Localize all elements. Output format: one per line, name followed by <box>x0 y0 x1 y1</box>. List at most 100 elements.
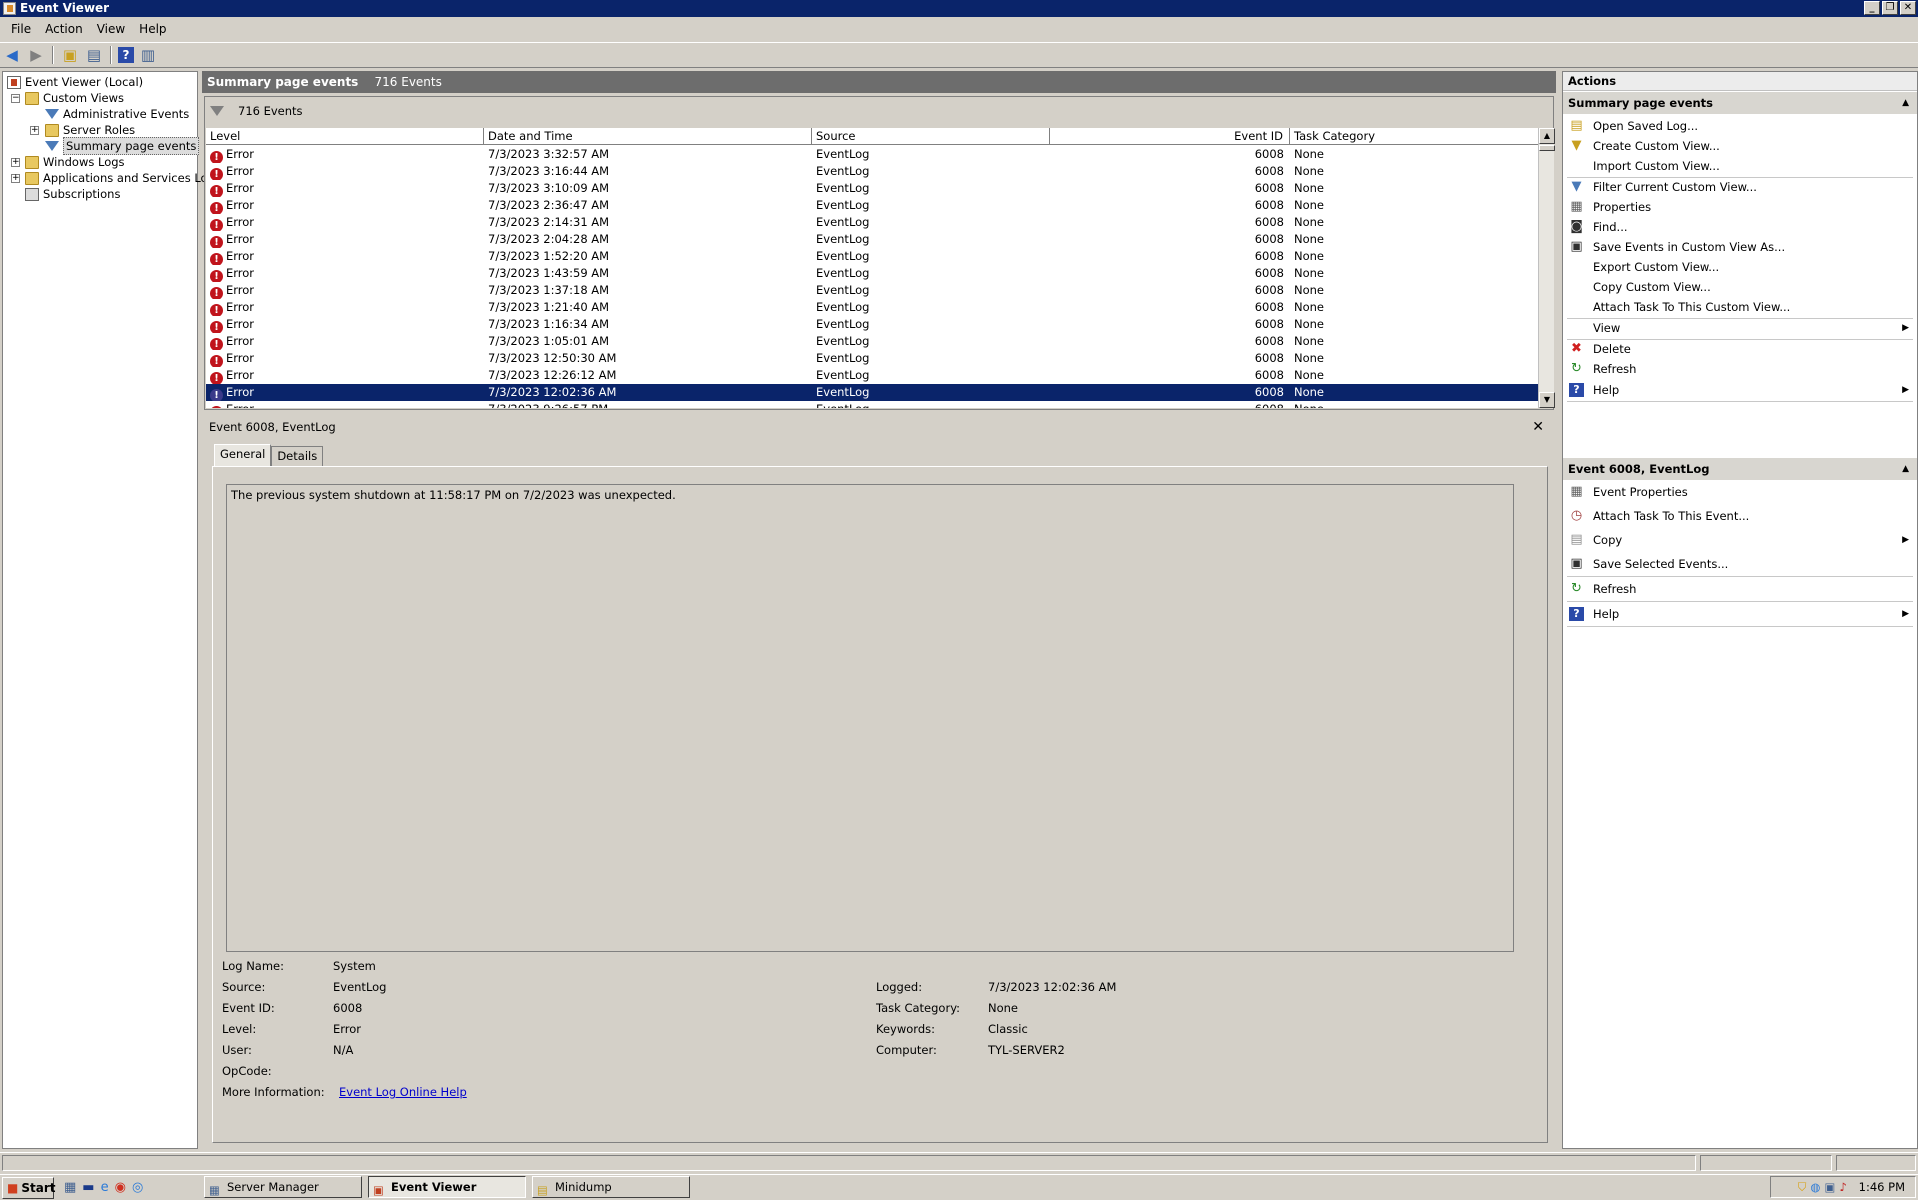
tree-node-admin-events[interactable]: Administrative Events <box>45 106 189 122</box>
table-row[interactable]: ! Error 7/3/2023 3:10:09 AM EventLog 6008 Non… <box>206 180 1538 197</box>
table-row[interactable]: ! Error 7/3/2023 1:43:59 AM EventLog 6008 Non… <box>206 265 1538 282</box>
column-header-date[interactable]: Date and Time <box>484 128 812 145</box>
table-row[interactable]: ! Error 7/3/2023 2:36:47 AM EventLog 6008 Non… <box>206 197 1538 214</box>
menu-help[interactable]: Help <box>132 22 173 36</box>
scroll-down-arrow-icon[interactable]: ▼ <box>1539 392 1555 408</box>
action-item[interactable]: ▤ Open Saved Log... <box>1563 115 1917 137</box>
table-row[interactable]: ! Error 7/3/2023 1:37:18 AM EventLog 6008 Non… <box>206 282 1538 299</box>
start-button[interactable]: ■ Start <box>2 1176 55 1199</box>
table-row[interactable]: ! Error 7/3/2023 1:52:20 AM EventLog 6008 Non… <box>206 248 1538 265</box>
action-item[interactable]: Attach Task To This Custom View... <box>1563 296 1917 318</box>
actions-section-summary[interactable]: Summary page events ▲ <box>1563 92 1917 114</box>
tree-node-custom-views[interactable]: Custom Views <box>25 90 124 106</box>
taskbar-button-server-manager[interactable]: ▦ Server Manager <box>204 1176 362 1198</box>
cell-text: EventLog <box>816 283 870 297</box>
cell-text: EventLog <box>816 147 870 161</box>
action-item[interactable]: ◙ Find... <box>1563 216 1917 238</box>
table-row[interactable]: ! Error 7/3/2023 1:16:34 AM EventLog 6008 Non… <box>206 316 1538 333</box>
tree-node-windows-logs[interactable]: Windows Logs <box>25 154 125 170</box>
scroll-thumb[interactable] <box>1539 145 1555 151</box>
action-item[interactable]: View ▶ <box>1563 317 1917 339</box>
table-row[interactable]: ! Error 7/3/2023 12:50:30 AM EventLog 6008 No… <box>206 350 1538 367</box>
error-icon: ! <box>210 151 223 163</box>
event-log-online-help-link[interactable]: Event Log Online Help <box>339 1085 467 1099</box>
tab-general[interactable]: General <box>214 444 272 467</box>
tree-node-root[interactable]: Event Viewer (Local) <box>7 74 143 90</box>
back-arrow-icon[interactable]: ◀ <box>2 45 22 65</box>
column-header-source[interactable]: Source <box>812 128 1050 145</box>
action-item[interactable]: ◷ Attach Task To This Event... <box>1563 505 1917 527</box>
expand-icon[interactable]: + <box>11 174 20 183</box>
action-item[interactable]: ▣ Save Events in Custom View As... <box>1563 236 1917 258</box>
shield-icon[interactable]: ⛉ <box>1798 1180 1807 1195</box>
network-icon[interactable]: ◎ <box>132 1180 143 1195</box>
action-item[interactable]: Export Custom View... <box>1563 256 1917 278</box>
table-row[interactable]: ! Error 7/3/2023 2:14:31 AM EventLog 6008 Non… <box>206 214 1538 231</box>
tab-details[interactable]: Details <box>271 446 324 467</box>
show-hide-action-pane-icon[interactable]: ▥ <box>138 45 158 65</box>
submenu-arrow-icon: ▶ <box>1902 609 1909 619</box>
minimize-button[interactable]: _ <box>1864 1 1880 15</box>
table-row[interactable]: ! Error 7/3/2023 2:04:28 AM EventLog 6008 Non… <box>206 231 1538 248</box>
action-item[interactable]: ▼ Create Custom View... <box>1563 135 1917 157</box>
action-item[interactable]: ✖ Delete <box>1563 338 1917 360</box>
table-row[interactable]: ! Error 7/3/2023 1:05:01 AM EventLog 6008 Non… <box>206 333 1538 350</box>
monitor-icon[interactable]: ▣ <box>1824 1180 1835 1194</box>
menu-file[interactable]: File <box>4 22 38 36</box>
action-item[interactable]: ▦ Event Properties <box>1563 481 1917 503</box>
action-item[interactable]: ↻ Refresh <box>1563 578 1917 600</box>
taskbar-button-event-viewer[interactable]: ▣ Event Viewer <box>368 1176 526 1198</box>
actions-section-event[interactable]: Event 6008, EventLog ▲ <box>1563 458 1917 480</box>
action-item[interactable]: ▣ Save Selected Events... <box>1563 553 1917 575</box>
volume-muted-icon[interactable]: ♪ <box>1839 1180 1846 1194</box>
tree-node-server-roles[interactable]: Server Roles <box>45 122 135 138</box>
tree-node-app-services-logs[interactable]: Applications and Services Logs <box>25 170 221 186</box>
column-header-level[interactable]: Level <box>206 128 484 145</box>
action-item[interactable]: ? Help ▶ <box>1563 379 1917 401</box>
action-item[interactable]: ? Help ▶ <box>1563 603 1917 625</box>
forward-arrow-icon[interactable]: ▶ <box>26 45 46 65</box>
collapse-arrow-icon[interactable]: ▲ <box>1902 92 1909 114</box>
show-hide-tree-icon[interactable]: ▤ <box>84 45 104 65</box>
menu-action[interactable]: Action <box>38 22 90 36</box>
taskbar-button-minidump[interactable]: ▤ Minidump <box>532 1176 690 1198</box>
action-item[interactable]: Import Custom View... <box>1563 155 1917 177</box>
collapse-arrow-icon[interactable]: ▲ <box>1902 458 1909 480</box>
expand-icon[interactable]: + <box>11 158 20 167</box>
clock[interactable]: 1:46 PM <box>1859 1180 1905 1194</box>
network-icon[interactable]: ◍ <box>1810 1180 1820 1194</box>
scroll-up-arrow-icon[interactable]: ▲ <box>1539 128 1555 144</box>
event-description[interactable]: The previous system shutdown at 11:58:17… <box>226 484 1514 952</box>
action-item[interactable]: ↻ Refresh <box>1563 358 1917 380</box>
tree-node-subscriptions[interactable]: Subscriptions <box>25 186 120 202</box>
close-button[interactable]: ✕ <box>1900 1 1916 15</box>
help-icon[interactable]: ? <box>118 47 134 63</box>
cell-date: 7/3/2023 1:21:40 AM <box>484 299 812 316</box>
table-row[interactable]: ! Error 7/3/2023 12:26:12 AM EventLog 6008 No… <box>206 367 1538 384</box>
server-manager-icon[interactable]: ▦ <box>64 1180 76 1195</box>
table-row[interactable]: ! Error 7/3/2023 3:32:57 AM EventLog 6008 Non… <box>206 146 1538 163</box>
table-row[interactable]: ! Error 7/3/2023 12:02:36 AM EventLog 6008 No… <box>206 384 1538 401</box>
action-item[interactable]: ▼ Filter Current Custom View... <box>1563 176 1917 198</box>
internet-explorer-icon[interactable]: e <box>101 1180 109 1195</box>
event-grid-scrollbar[interactable]: ▲ ▼ <box>1538 128 1555 408</box>
chrome-icon[interactable]: ◉ <box>115 1180 126 1195</box>
collapse-icon[interactable]: − <box>11 94 20 103</box>
table-row[interactable]: ! Error 7/3/2023 3:16:44 AM EventLog 6008 Non… <box>206 163 1538 180</box>
table-row[interactable]: ! Error 7/3/2023 1:21:40 AM EventLog 6008 Non… <box>206 299 1538 316</box>
column-header-task-category[interactable]: Task Category <box>1290 128 1536 145</box>
action-item[interactable]: Copy Custom View... <box>1563 276 1917 298</box>
action-item[interactable]: ▦ Properties <box>1563 196 1917 218</box>
table-row[interactable]: !Error 7/3/2023 9:26:57 PM EventLog 6008 Non… <box>206 401 1538 408</box>
tree-node-summary-events[interactable]: Summary page events <box>45 137 200 155</box>
restore-button[interactable]: ❐ <box>1882 1 1898 15</box>
expand-icon[interactable]: + <box>30 126 39 135</box>
up-folder-icon[interactable]: ▣ <box>60 45 80 65</box>
menu-view[interactable]: View <box>90 22 132 36</box>
action-item[interactable]: ▤ Copy ▶ <box>1563 529 1917 551</box>
column-header-event-id[interactable]: Event ID <box>1050 128 1290 145</box>
close-icon[interactable]: ✕ <box>1532 416 1544 438</box>
powershell-icon[interactable]: ▬ <box>82 1180 94 1195</box>
cell-task-category: None <box>1290 265 1536 282</box>
cell-text: EventLog <box>816 300 870 314</box>
